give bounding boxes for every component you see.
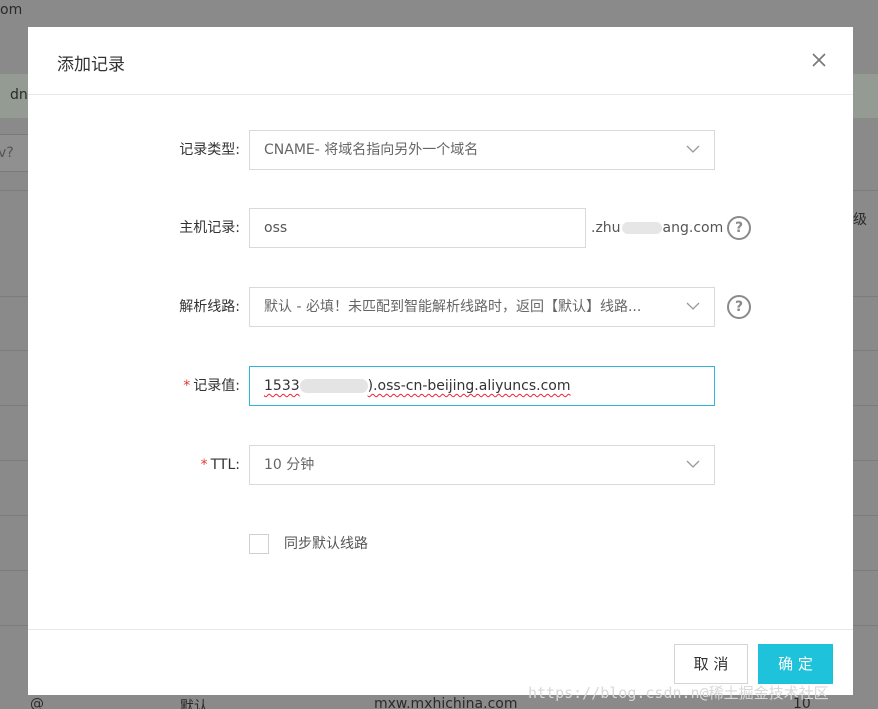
chevron-down-icon [686, 145, 700, 153]
chevron-down-icon [686, 460, 700, 468]
resolution-line-value: 默认 - 必填！未匹配到智能解析线路时，返回【默认】线路... [264, 299, 642, 315]
resolution-line-label: 解析线路: [179, 299, 240, 315]
bg-column-header: 级 [853, 212, 867, 228]
record-type-value: CNAME- 将域名指向另外一个域名 [264, 142, 479, 158]
bg-domain-text: om [0, 2, 23, 18]
domain-suffix-start: .zhu [591, 220, 621, 236]
record-type-row: 记录类型: CNAME- 将域名指向另外一个域名 [28, 130, 853, 170]
watermark: https://blog.csdn.n@稀土掘金技术社区 [528, 684, 829, 702]
dialog-title: 添加记录 [57, 55, 125, 75]
cancel-button[interactable]: 取 消 [674, 644, 748, 684]
domain-suffix: .zhu ang.com [591, 208, 723, 248]
ttl-select[interactable]: 10 分钟 [249, 445, 715, 485]
resolution-line-row: 解析线路: 默认 - 必填！未匹配到智能解析线路时，返回【默认】线路... ? [28, 287, 853, 327]
record-type-select[interactable]: CNAME- 将域名指向另外一个域名 [249, 130, 715, 170]
ttl-label-text: TTL: [210, 457, 240, 473]
host-record-label: 主机记录: [179, 220, 240, 236]
record-value-row: * 记录值: 1533 ).oss-cn-beijing.aliyuncs.com [28, 366, 853, 406]
bg-row-line: 默认 [180, 699, 208, 709]
bg-search-box: v? [0, 134, 30, 172]
record-value-input[interactable]: 1533 ).oss-cn-beijing.aliyuncs.com [249, 366, 715, 406]
ttl-row: * TTL: 10 分钟 [28, 445, 853, 485]
host-record-input[interactable]: oss [249, 208, 586, 248]
sync-default-line-label[interactable]: 同步默认线路 [284, 534, 368, 554]
question-circle-icon[interactable]: ? [727, 295, 751, 319]
chevron-down-icon [686, 302, 700, 310]
ttl-label: * TTL: [201, 445, 240, 485]
question-circle-icon[interactable]: ? [727, 216, 751, 240]
bg-row-value: mxw.mxhichina.com [374, 696, 518, 709]
host-record-row: 主机记录: oss .zhu ang.com ? [28, 208, 853, 248]
redacted-blur [621, 222, 662, 234]
record-value-label-text: 记录值: [193, 378, 240, 394]
bg-strip-text: dn [10, 87, 28, 103]
record-value-label: * 记录值: [183, 366, 240, 406]
required-mark: * [200, 457, 208, 473]
resolution-line-select[interactable]: 默认 - 必填！未匹配到智能解析线路时，返回【默认】线路... [249, 287, 715, 327]
required-mark: * [183, 378, 191, 394]
host-record-value: oss [264, 220, 288, 236]
dialog-header: 添加记录 [28, 27, 853, 95]
ttl-value: 10 分钟 [264, 457, 315, 473]
record-value-end: ).oss-cn-beijing.aliyuncs.com [367, 378, 571, 394]
add-record-dialog: 添加记录 记录类型: CNAME- 将域名指向另外一个域名 主机记录: oss … [28, 27, 853, 695]
bg-row-host: @ [30, 696, 44, 709]
record-type-label: 记录类型: [179, 142, 240, 158]
domain-suffix-end: ang.com [662, 220, 724, 236]
confirm-button[interactable]: 确 定 [758, 644, 833, 684]
redacted-blur [299, 379, 368, 393]
bg-search-hint: v? [0, 145, 14, 161]
sync-default-line-checkbox[interactable] [249, 534, 269, 554]
record-value-start: 1533 [264, 378, 300, 394]
close-icon[interactable] [811, 52, 827, 68]
